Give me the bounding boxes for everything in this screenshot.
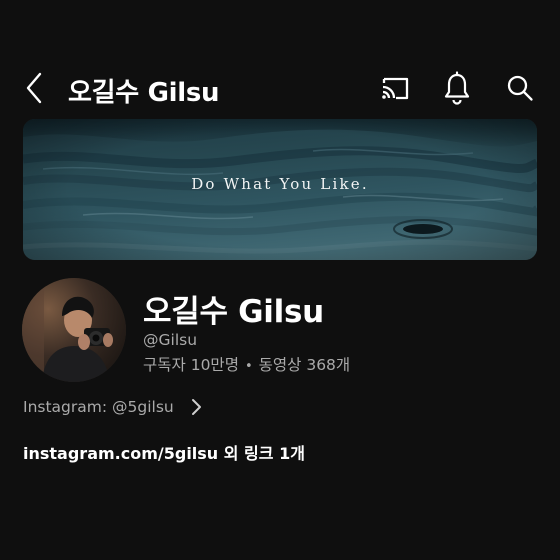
subscriber-count: 구독자 10만명 — [143, 356, 239, 374]
search-icon — [507, 75, 533, 101]
channel-name: 오길수 Gilsu — [143, 294, 324, 330]
channel-description: Instagram: @5gilsu — [23, 398, 174, 416]
top-app-bar: 오길수 Gilsu — [0, 62, 560, 114]
channel-banner[interactable]: Do What You Like. — [23, 119, 537, 260]
stats-separator: • — [244, 359, 253, 374]
channel-handle: @Gilsu — [143, 331, 198, 349]
banner-slogan: Do What You Like. — [191, 175, 369, 193]
channel-avatar[interactable] — [22, 278, 126, 382]
channel-description-row[interactable]: Instagram: @5gilsu — [23, 398, 202, 416]
channel-links[interactable]: instagram.com/5gilsu 외 링크 1개 — [23, 440, 305, 464]
chevron-right-icon — [190, 398, 202, 416]
video-count: 동영상 368개 — [258, 356, 351, 374]
cast-button[interactable] — [376, 70, 414, 106]
back-button[interactable] — [18, 70, 50, 106]
notifications-button[interactable] — [438, 68, 476, 108]
cast-icon — [382, 77, 409, 100]
channel-stats: 구독자 10만명 • 동영상 368개 — [143, 353, 350, 375]
avatar-image — [22, 278, 126, 382]
channel-page: 오길수 Gilsu Do What You Like. 오길수 Gilsu @G… — [0, 0, 560, 560]
back-icon — [26, 72, 42, 104]
bell-icon — [444, 71, 470, 105]
page-title: 오길수 Gilsu — [68, 78, 220, 108]
search-button[interactable] — [502, 70, 538, 106]
